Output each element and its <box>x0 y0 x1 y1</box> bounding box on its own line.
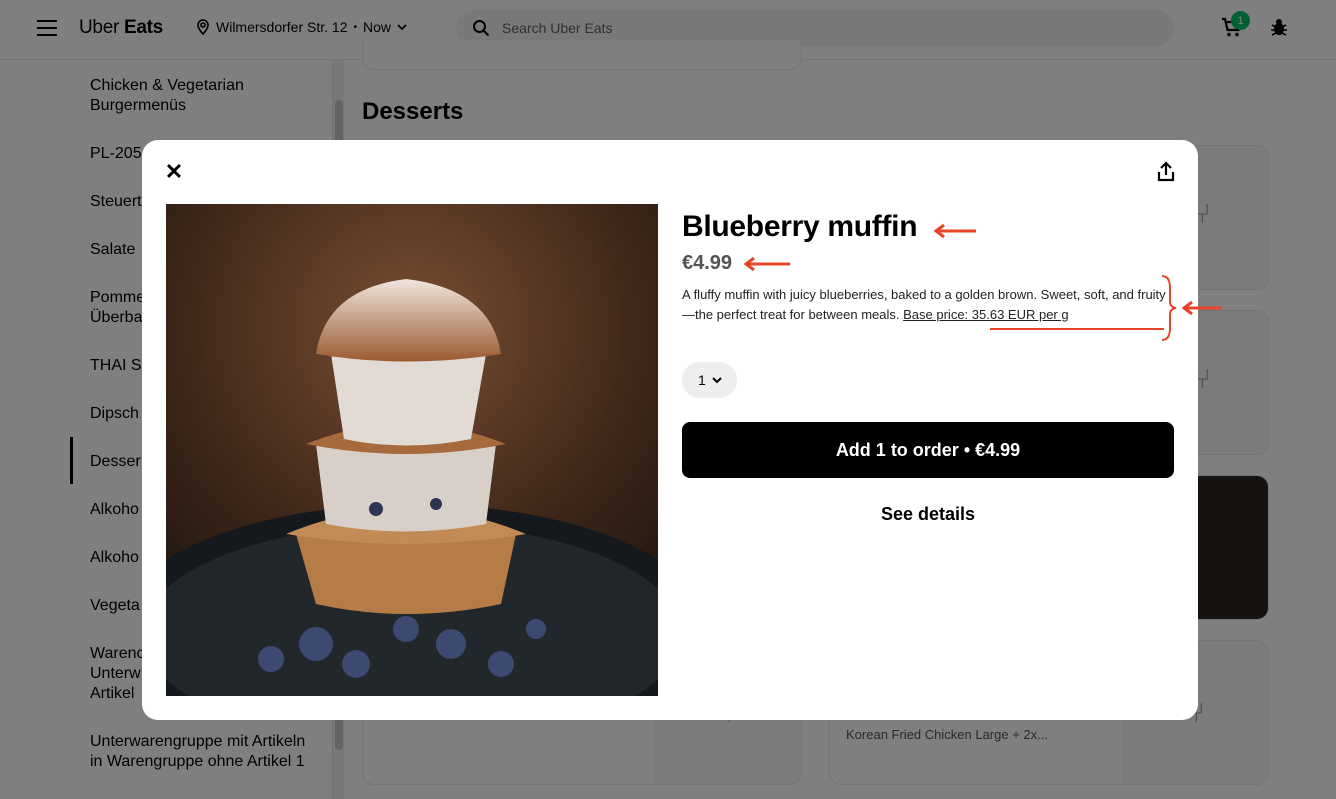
annotation-arrow-icon <box>743 256 790 272</box>
item-detail-modal: ✕ Blueberry muffin €4.99 A fluffy muffin… <box>142 140 1222 720</box>
product-price: €4.99 <box>682 252 733 274</box>
close-icon[interactable]: ✕ <box>162 160 186 184</box>
base-price-text: Base price: 35.63 EUR per g <box>903 307 1069 322</box>
annotation-brace <box>1161 275 1177 341</box>
product-title: Blueberry muffin <box>682 210 918 243</box>
product-description: A fluffy muffin with juicy blueberries, … <box>682 285 1166 325</box>
product-image <box>166 204 658 696</box>
annotation-underline <box>990 328 1164 330</box>
muffin-photo <box>166 204 658 696</box>
share-icon[interactable] <box>1154 160 1178 184</box>
add-to-order-button[interactable]: Add 1 to order • €4.99 <box>682 422 1174 478</box>
annotation-arrow-icon <box>933 223 976 239</box>
see-details-button[interactable]: See details <box>682 504 1174 526</box>
annotation-arrow-icon <box>1181 300 1222 316</box>
chevron-down-icon <box>712 377 722 384</box>
quantity-value: 1 <box>698 372 706 388</box>
quantity-selector[interactable]: 1 <box>682 362 737 398</box>
